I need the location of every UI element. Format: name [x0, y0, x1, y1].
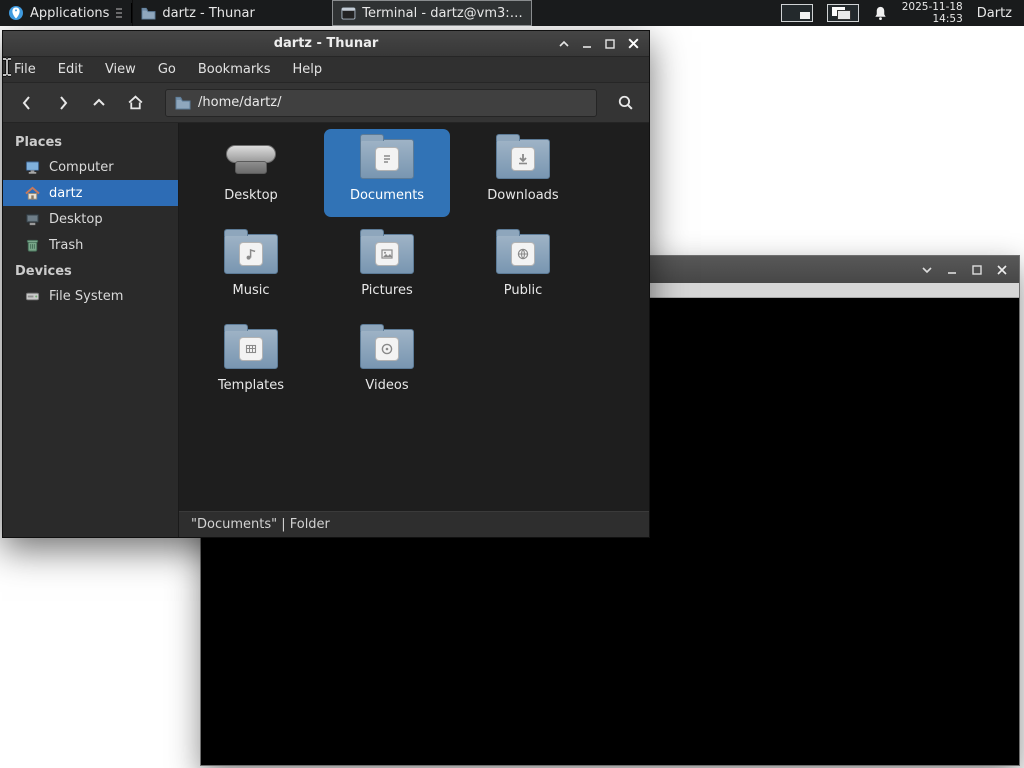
videos-folder-icon — [360, 324, 414, 369]
file-item-label: Pictures — [361, 283, 413, 298]
status-text: "Documents" | Folder — [191, 517, 330, 532]
home-button[interactable] — [119, 88, 151, 118]
places-header: Places — [15, 135, 63, 150]
clock-time: 14:53 — [932, 13, 963, 25]
sidebar-item-label: Computer — [49, 159, 114, 175]
minimize-icon[interactable] — [943, 261, 961, 279]
menu-view[interactable]: View — [94, 57, 147, 83]
thunar-titlebar[interactable]: dartz - Thunar — [3, 31, 649, 57]
file-item-videos[interactable]: Videos — [324, 319, 450, 407]
menu-help[interactable]: Help — [281, 57, 333, 83]
file-item-templates[interactable]: Templates — [188, 319, 314, 407]
file-item-documents[interactable]: Documents — [324, 129, 450, 217]
applications-label: Applications — [30, 5, 110, 21]
devices-header: Devices — [15, 264, 72, 279]
documents-folder-icon — [360, 134, 414, 179]
top-panel: Applications dartz - Thunar Terminal - d… — [0, 0, 1024, 26]
downloads-folder-icon — [496, 134, 550, 179]
public-folder-icon — [496, 229, 550, 274]
path-bar[interactable]: /home/dartz/ — [165, 88, 597, 117]
file-item-downloads[interactable]: Downloads — [460, 129, 586, 217]
clock[interactable]: 2025-11-18 14:53 — [902, 0, 963, 25]
template-emblem-icon — [245, 344, 257, 354]
file-item-label: Public — [503, 283, 543, 298]
applications-menu[interactable]: Applications — [0, 0, 131, 26]
folder-icon — [141, 7, 156, 20]
computer-icon — [25, 160, 40, 174]
toolbar: /home/dartz/ — [3, 83, 649, 123]
file-item-label: Desktop — [224, 188, 278, 203]
back-button[interactable] — [11, 88, 43, 118]
menu-lines-icon — [116, 8, 123, 18]
file-item-label: Templates — [217, 378, 285, 393]
shade-icon[interactable] — [918, 261, 936, 279]
file-item-label: Videos — [365, 378, 409, 393]
sidebar-item-desktop[interactable]: Desktop — [3, 206, 178, 232]
file-item-label: Downloads — [487, 188, 559, 203]
sidebar-item-file-system[interactable]: File System — [3, 283, 178, 309]
file-item-label: Documents — [349, 188, 425, 203]
file-item-desktop[interactable]: Desktop — [188, 129, 314, 217]
document-emblem-icon — [384, 155, 390, 163]
minimize-icon[interactable] — [578, 35, 596, 53]
sidebar-item-trash[interactable]: Trash — [3, 232, 178, 258]
share-emblem-icon — [517, 248, 529, 260]
close-icon[interactable] — [993, 261, 1011, 279]
workspace-2-pager[interactable] — [826, 4, 859, 22]
workspace-1-pager[interactable] — [780, 4, 813, 22]
menu-bar: File Edit View Go Bookmarks Help — [3, 57, 649, 83]
taskbar-item-label: Terminal - dartz@vm3: ~ — [362, 5, 524, 21]
pictures-folder-icon — [360, 229, 414, 274]
maximize-icon[interactable] — [968, 261, 986, 279]
music-folder-icon — [224, 229, 278, 274]
file-item-label: Music — [232, 283, 270, 298]
desktop-icon — [223, 136, 279, 182]
sidebar-item-dartz[interactable]: dartz — [3, 180, 178, 206]
sidebar-item-computer[interactable]: Computer — [3, 154, 178, 180]
sidebar-item-label: File System — [49, 288, 124, 304]
home-icon — [25, 186, 40, 200]
close-icon[interactable] — [624, 35, 642, 53]
status-bar: "Documents" | Folder — [179, 511, 649, 537]
window-title: dartz - Thunar — [273, 36, 379, 51]
trash-icon — [26, 239, 39, 252]
maximize-icon[interactable] — [601, 35, 619, 53]
sidebar-item-label: Trash — [49, 237, 84, 253]
file-item-pictures[interactable]: Pictures — [324, 224, 450, 312]
video-emblem-icon — [381, 343, 393, 355]
menu-go[interactable]: Go — [147, 57, 187, 83]
desktop-place-icon — [25, 213, 40, 225]
search-button[interactable] — [609, 88, 641, 118]
forward-button[interactable] — [47, 88, 79, 118]
folder-icon — [175, 96, 191, 109]
download-emblem-icon — [519, 154, 527, 165]
thunar-window: dartz - Thunar File Edit View Go Bookmar… — [2, 30, 650, 538]
sidebar-item-label: dartz — [49, 185, 83, 201]
templates-folder-icon — [224, 324, 278, 369]
taskbar-item-label: dartz - Thunar — [162, 5, 255, 21]
user-label: Dartz — [976, 5, 1012, 21]
file-item-public[interactable]: Public — [460, 224, 586, 312]
sidebar-item-label: Desktop — [49, 211, 103, 227]
picture-emblem-icon — [381, 249, 393, 259]
user-menu[interactable]: Dartz — [977, 6, 1014, 21]
shade-icon[interactable] — [555, 35, 573, 53]
desktop: dartz - Thunar File Edit View Go Bookmar… — [0, 0, 1024, 768]
drive-icon — [25, 292, 40, 300]
menu-file[interactable]: File — [3, 57, 47, 83]
taskbar-item-thunar[interactable]: dartz - Thunar — [132, 0, 332, 26]
current-path: /home/dartz/ — [198, 95, 282, 110]
music-emblem-icon — [246, 248, 256, 260]
files-view[interactable]: Desktop Documents Downloads Music Pictur… — [179, 123, 649, 511]
sidebar: Places Computer dartz Desktop Trash Devi… — [3, 123, 179, 537]
file-item-music[interactable]: Music — [188, 224, 314, 312]
notification-bell-icon[interactable] — [873, 5, 888, 21]
menu-edit[interactable]: Edit — [47, 57, 94, 83]
taskbar-item-terminal[interactable]: Terminal - dartz@vm3: ~ — [332, 0, 533, 26]
applications-icon — [9, 6, 23, 20]
terminal-icon — [341, 6, 356, 20]
up-button[interactable] — [83, 88, 115, 118]
menu-bookmarks[interactable]: Bookmarks — [187, 57, 282, 83]
